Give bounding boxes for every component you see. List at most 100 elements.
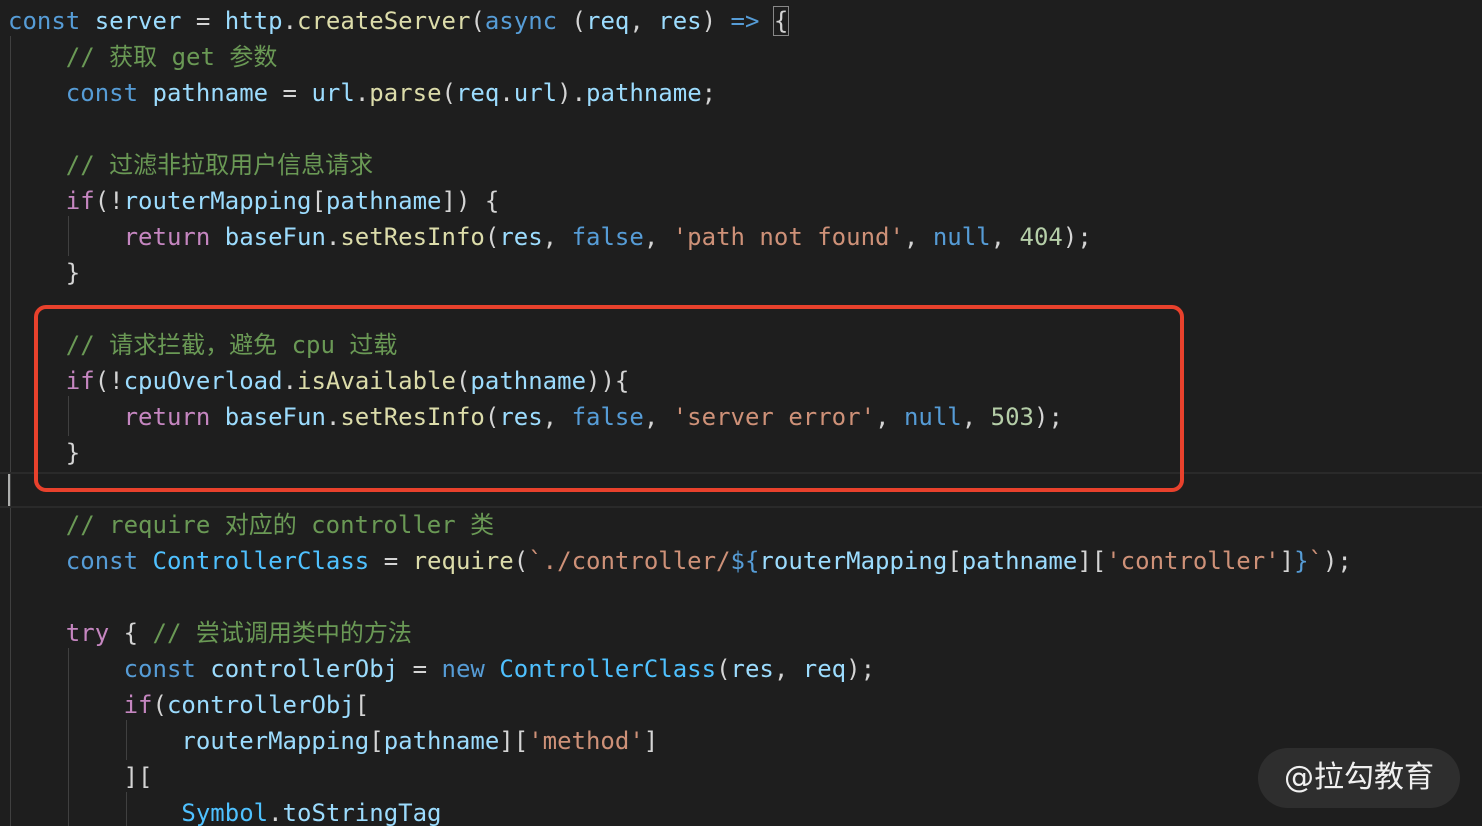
code-line[interactable]: const ControllerClass = require(`./contr…	[8, 543, 1352, 579]
code-token: );	[1322, 547, 1352, 575]
code-line[interactable]: ][	[8, 759, 153, 795]
code-line[interactable]: const server = http.createServer(async (…	[8, 3, 790, 39]
code-token: =	[398, 655, 442, 683]
code-line[interactable]: // require 对应的 controller 类	[8, 507, 494, 543]
code-token: [	[311, 187, 326, 215]
code-line[interactable]: Symbol.toStringTag	[8, 795, 442, 826]
code-line[interactable]: routerMapping[pathname]['method']	[8, 723, 658, 759]
code-token: routerMapping	[181, 727, 370, 755]
code-token: const	[65, 79, 139, 107]
code-token: setResInfo	[340, 223, 485, 251]
code-token: [	[947, 547, 962, 575]
code-token: // 获取 get 参数	[65, 43, 278, 71]
code-line[interactable]: // 过滤非拉取用户信息请求	[8, 147, 373, 183]
code-token: ,	[542, 223, 572, 251]
code-token: [	[369, 727, 384, 755]
code-token: }	[8, 259, 81, 287]
code-token: );	[1062, 223, 1092, 251]
code-token: ,	[629, 7, 659, 35]
code-token: ControllerClass	[152, 547, 370, 575]
code-token: );	[846, 655, 876, 683]
code-token: .	[499, 79, 514, 107]
code-token: ).	[557, 79, 587, 107]
code-token: ${	[730, 547, 760, 575]
code-token: const	[123, 655, 196, 683]
code-token: url	[513, 79, 558, 107]
code-token: return	[123, 223, 211, 251]
code-token: pathname	[383, 727, 500, 755]
code-token: req	[455, 79, 500, 107]
code-line[interactable]: if(controllerObj[	[8, 687, 370, 723]
code-token: ]	[1279, 547, 1295, 575]
code-token: createServer	[297, 7, 471, 35]
code-token: ,	[903, 223, 933, 251]
code-token: }	[1294, 547, 1309, 575]
code-token: pathname	[152, 79, 269, 107]
code-line[interactable]: try { // 尝试调用类中的方法	[8, 615, 412, 651]
code-line[interactable]: // 获取 get 参数	[8, 39, 278, 75]
code-token: parse	[369, 79, 442, 107]
code-token: res	[658, 7, 702, 35]
code-token: [	[354, 691, 370, 719]
code-token: ][	[8, 763, 153, 791]
code-line[interactable]: }	[8, 255, 80, 291]
code-token: pathname	[325, 187, 442, 215]
code-token: =	[268, 79, 312, 107]
code-token: res	[730, 655, 774, 683]
code-token: 'controller'	[1106, 547, 1280, 575]
code-token: =	[369, 547, 413, 575]
code-token: =>	[730, 7, 760, 35]
code-token: ][	[1077, 547, 1107, 575]
code-token: 'path not found'	[672, 223, 904, 251]
code-token: (!	[94, 187, 124, 215]
code-token: ]) {	[441, 187, 500, 215]
code-token: 404	[1019, 223, 1063, 251]
code-token: 'method'	[528, 727, 644, 755]
code-line[interactable]: return baseFun.setResInfo(res, false, 'p…	[8, 219, 1092, 255]
code-token: // 过滤非拉取用户信息请求	[65, 151, 374, 179]
code-token: {	[772, 6, 790, 36]
code-line[interactable]: if(!routerMapping[pathname]) {	[8, 183, 500, 219]
code-token: (	[152, 691, 167, 719]
code-token: toStringTag	[282, 799, 442, 826]
annotation-highlight-box	[34, 305, 1184, 492]
code-editor[interactable]: const server = http.createServer(async (…	[0, 0, 1482, 826]
code-token: ,	[773, 655, 803, 683]
code-token: false	[571, 223, 644, 251]
code-token: )	[701, 7, 731, 35]
code-line[interactable]: const controllerObj = new ControllerClas…	[8, 651, 875, 687]
code-token: const	[8, 7, 81, 35]
code-token: if	[65, 187, 95, 215]
code-token: .	[268, 799, 283, 826]
code-token: require	[412, 547, 514, 575]
code-token: new	[441, 655, 485, 683]
code-token: =	[181, 7, 225, 35]
code-token: try	[65, 619, 110, 647]
code-line[interactable]: const pathname = url.parse(req.url).path…	[8, 75, 716, 111]
code-token: ,	[990, 223, 1020, 251]
code-token: `./controller/	[528, 547, 731, 575]
code-token: .	[325, 223, 341, 251]
code-token: (	[557, 7, 587, 35]
code-token: controllerObj	[210, 655, 399, 683]
code-token: {	[109, 619, 153, 647]
code-token: ControllerClass	[499, 655, 717, 683]
code-token: (	[716, 655, 731, 683]
code-token: (	[470, 7, 485, 35]
code-token: null	[932, 223, 991, 251]
code-token: const	[65, 547, 139, 575]
